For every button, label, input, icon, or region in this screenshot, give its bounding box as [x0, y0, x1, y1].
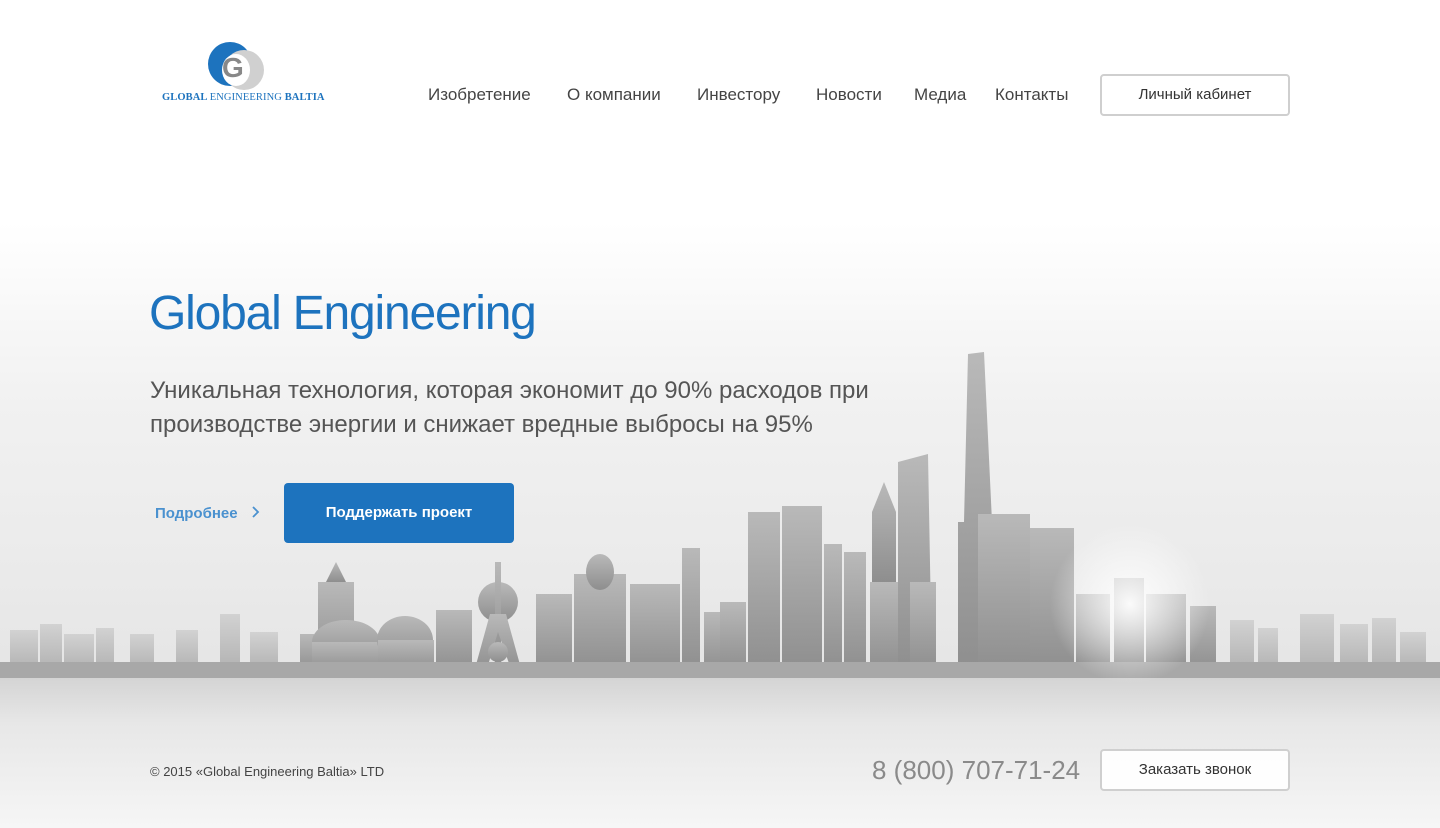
more-link-label: Подробнее — [155, 505, 238, 522]
nav-item-news[interactable]: Новости — [816, 84, 882, 106]
nav-item-contacts[interactable]: Контакты — [995, 84, 1068, 106]
logo-letter: G — [222, 52, 244, 83]
personal-account-button[interactable]: Личный кабинет — [1100, 74, 1290, 116]
nav-item-about[interactable]: О компании — [567, 84, 661, 106]
more-link[interactable]: Подробнее — [155, 503, 260, 525]
request-call-button[interactable]: Заказать звонок — [1100, 749, 1290, 791]
phone-number[interactable]: 8 (800) 707-71-24 — [872, 755, 1080, 786]
nav-item-invention[interactable]: Изобретение — [428, 84, 531, 106]
logo-word-global: GLOBAL — [162, 92, 207, 103]
chevron-right-icon — [252, 503, 260, 525]
company-logo[interactable]: G GLOBAL ENGINEERING BALTIA — [160, 34, 324, 106]
logo-word-baltia: BALTIA — [284, 92, 325, 103]
hero-subtitle: Уникальная технология, которая экономит … — [150, 377, 869, 438]
hero-title: Global Engineering — [149, 287, 537, 340]
logo-word-engineering: ENGINEERING — [209, 92, 282, 103]
support-project-button[interactable]: Поддержать проект — [284, 483, 514, 543]
nav-item-investor[interactable]: Инвестору — [697, 84, 780, 106]
copyright-text: © 2015 «Global Engineering Baltia» LTD — [150, 764, 385, 779]
landing-page: G GLOBAL ENGINEERING BALTIA Изобретение … — [0, 0, 1440, 828]
nav-item-media[interactable]: Медиа — [914, 84, 966, 106]
logo-wordmark: GLOBAL ENGINEERING BALTIA — [162, 92, 325, 103]
